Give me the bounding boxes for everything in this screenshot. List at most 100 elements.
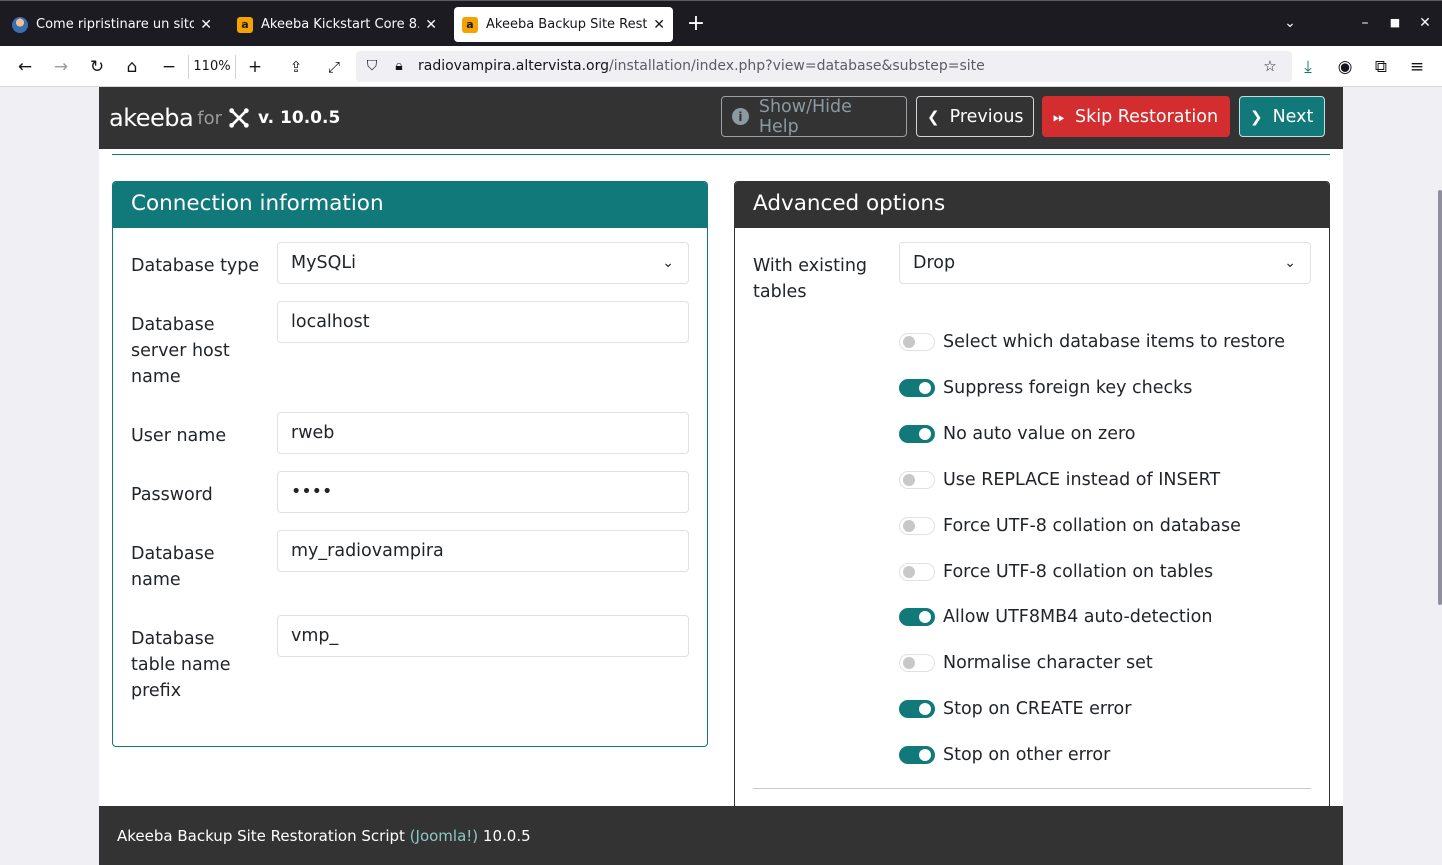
extensions-icon[interactable]: ⧉ (1368, 54, 1394, 80)
footer-version: 10.0.5 (482, 827, 531, 845)
field-label: Database type (131, 256, 260, 276)
chevron-right-icon: ❯ (1250, 107, 1263, 126)
downloads-icon[interactable]: ⤓ (1295, 54, 1321, 80)
close-window-icon[interactable]: ✕ (1414, 11, 1436, 35)
header-divider (112, 154, 1330, 155)
card-title: Advanced options (735, 182, 1329, 228)
toggle-row[interactable]: Stop on CREATE error (899, 696, 1131, 722)
toggle-switch[interactable] (899, 425, 935, 443)
browser-tab-2[interactable]: a Akeeba Kickstart Core 8.0.6 ✕ (229, 7, 445, 42)
person-avatar-icon (12, 16, 28, 33)
previous-button[interactable]: ❮ Previous (916, 96, 1034, 137)
toggle-switch[interactable] (899, 517, 935, 535)
toggle-switch[interactable] (899, 333, 935, 351)
akeeba-a-icon: a (237, 16, 253, 33)
minimize-window-icon[interactable]: – (1354, 11, 1376, 35)
toggle-knob (919, 703, 931, 715)
forward-arrow-icon[interactable]: → (48, 54, 74, 80)
toggle-label: Use REPLACE instead of INSERT (943, 470, 1221, 490)
account-icon[interactable]: ◉ (1332, 54, 1358, 80)
toggle-knob (919, 749, 931, 761)
toggle-row[interactable]: Allow UTF8MB4 auto-detection (899, 604, 1212, 630)
akeeba-a-icon: a (462, 16, 478, 33)
close-tab-icon[interactable]: ✕ (425, 17, 437, 33)
button-label: Show/Hide Help (758, 96, 852, 137)
toggle-row[interactable]: Normalise character set (899, 650, 1153, 676)
close-tab-icon[interactable]: ✕ (200, 17, 212, 33)
zoom-out-icon[interactable]: − (156, 54, 182, 80)
toggle-switch[interactable] (899, 608, 935, 626)
toggle-switch[interactable] (899, 471, 935, 489)
url-text: radiovampira.altervista.org/installation… (418, 58, 985, 74)
toggle-knob (919, 611, 931, 623)
existing-tables-select[interactable]: Drop ⌄ (899, 242, 1311, 284)
advanced-options-card: Advanced options With existing tables Dr… (734, 181, 1330, 865)
shield-icon[interactable]: ⛉ (360, 54, 384, 78)
url-bar[interactable]: ⛉ 🔒︎ radiovampira.altervista.org/install… (356, 51, 1292, 82)
page-footer: Akeeba Backup Site Restoration Script (J… (99, 806, 1343, 865)
toggle-label: Force UTF-8 collation on database (943, 516, 1241, 536)
toggle-row[interactable]: Stop on other error (899, 742, 1110, 768)
field-label: Database table name prefix (131, 629, 231, 701)
bookmark-star-icon[interactable]: ☆ (1258, 54, 1282, 78)
field-label: Database name (131, 544, 215, 590)
toggle-label: No auto value on zero (943, 424, 1136, 444)
brand-for: for (197, 107, 222, 129)
toggle-knob (903, 657, 915, 669)
url-host: radiovampira.altervista.org (418, 58, 610, 74)
database-type-select[interactable]: MySQLi ⌄ (277, 242, 689, 284)
toggle-switch[interactable] (899, 379, 935, 397)
save-to-pocket-icon[interactable]: ⇪ (283, 54, 309, 80)
home-icon[interactable]: ⌂ (119, 54, 145, 80)
menu-hamburger-icon[interactable]: ≡ (1404, 54, 1430, 80)
field-label: Database server host name (131, 315, 230, 387)
chevron-down-icon: ⌄ (1284, 255, 1296, 271)
password-input[interactable]: •••• (277, 471, 689, 513)
toggle-switch[interactable] (899, 746, 935, 764)
chevron-left-icon: ❮ (927, 107, 940, 126)
close-tab-icon[interactable]: ✕ (653, 17, 665, 33)
database-name-input[interactable]: my_radiovampira (277, 530, 689, 572)
akeeba-logo: akeeba (109, 104, 194, 132)
toggle-knob (903, 336, 915, 348)
browser-tab-1[interactable]: Come ripristinare un sito Jo ✕ (4, 7, 220, 42)
toggle-switch[interactable] (899, 563, 935, 581)
next-button[interactable]: ❯ Next (1239, 96, 1325, 137)
table-prefix-input[interactable]: vmp_ (277, 615, 689, 657)
skip-restoration-button[interactable]: ⏩︎ Skip Restoration (1042, 96, 1230, 137)
back-arrow-icon[interactable]: ← (12, 54, 38, 80)
toggle-row[interactable]: Select which database items to restore (899, 329, 1285, 355)
reload-icon[interactable]: ↻ (84, 54, 110, 80)
toggle-switch[interactable] (899, 654, 935, 672)
toggle-knob (903, 566, 915, 578)
page-viewport: akeeba for v. 10.0.5 i Show/Hide Help ❮ … (0, 87, 1442, 865)
browser-nav-bar: ← → ↻ ⌂ − 110% + ⇪ ⤢ ⛉ 🔒︎ radiovampira.a… (0, 46, 1442, 87)
browser-tab-3-active[interactable]: a Akeeba Backup Site Restor ✕ (454, 7, 673, 42)
toggle-label: Select which database items to restore (943, 332, 1285, 352)
toggle-knob (903, 474, 915, 486)
page-scrollbar[interactable] (1438, 190, 1442, 605)
toggle-switch[interactable] (899, 700, 935, 718)
list-tabs-chevron-icon[interactable]: ⌄ (1279, 11, 1301, 35)
toggle-label: Normalise character set (943, 653, 1153, 673)
zoom-level[interactable]: 110% (188, 55, 236, 79)
show-hide-help-button[interactable]: i Show/Hide Help (721, 96, 907, 137)
footer-text: Akeeba Backup Site Restoration Script (117, 827, 405, 845)
lock-icon[interactable]: 🔒︎ (387, 54, 411, 78)
zoom-in-icon[interactable]: + (242, 54, 268, 80)
toggle-row[interactable]: Force UTF-8 collation on database (899, 513, 1241, 539)
field-label: User name (131, 426, 227, 446)
toggle-knob (919, 382, 931, 394)
fullscreen-icon[interactable]: ⤢ (321, 54, 347, 80)
database-host-input[interactable]: localhost (277, 301, 689, 343)
footer-cms-link[interactable]: (Joomla!) (410, 827, 478, 845)
toggle-label: Allow UTF8MB4 auto-detection (943, 607, 1213, 627)
user-name-input[interactable]: rweb (277, 412, 689, 454)
button-label: Previous (949, 106, 1024, 127)
toggle-row[interactable]: Force UTF-8 collation on tables (899, 559, 1213, 585)
maximize-window-icon[interactable]: ■ (1384, 11, 1406, 35)
new-tab-icon[interactable]: + (684, 9, 708, 39)
toggle-row[interactable]: Suppress foreign key checks (899, 375, 1192, 401)
toggle-row[interactable]: Use REPLACE instead of INSERT (899, 467, 1220, 493)
toggle-row[interactable]: No auto value on zero (899, 421, 1136, 447)
